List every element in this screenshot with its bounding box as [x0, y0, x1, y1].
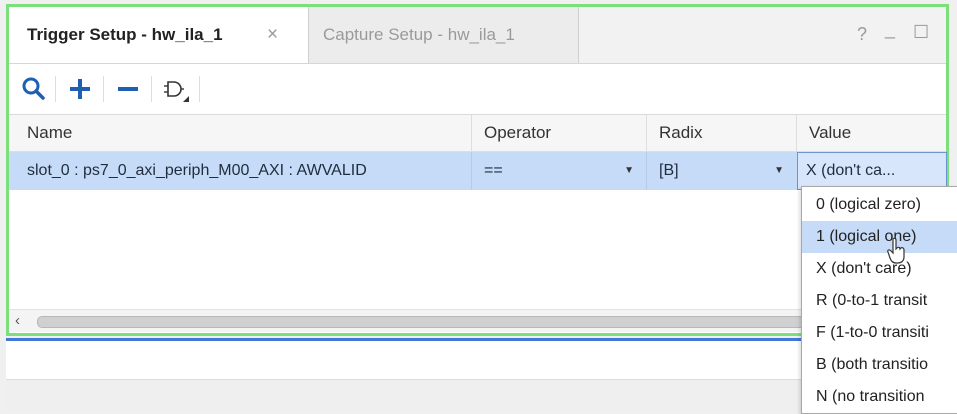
radix-value: [B] — [659, 162, 679, 179]
dropdown-option[interactable]: R (0-to-1 transit — [802, 285, 957, 317]
column-header-radix[interactable]: Radix — [646, 115, 796, 151]
column-header-operator[interactable]: Operator — [471, 115, 646, 151]
close-icon[interactable]: × — [267, 7, 278, 63]
search-icon — [22, 77, 45, 100]
column-header-value[interactable]: Value — [796, 115, 947, 151]
minimize-icon[interactable]: _ — [885, 19, 895, 40]
dropdown-arrow-icon: ▼ — [774, 165, 784, 176]
minus-icon — [118, 87, 138, 91]
remove-button[interactable] — [111, 72, 145, 106]
toolbar-divider — [151, 76, 152, 102]
dropdown-option[interactable]: B (both transitio — [802, 349, 957, 381]
value-dropdown-list: 0 (logical zero) 1 (logical one) X (don'… — [801, 186, 957, 414]
dropdown-option[interactable]: N (no transition — [802, 381, 957, 413]
search-button[interactable] — [17, 72, 51, 106]
tab-capture-setup[interactable]: Capture Setup - hw_ila_1 — [309, 7, 579, 63]
toolbar — [9, 64, 946, 115]
dropdown-option[interactable]: F (1-to-0 transiti — [802, 317, 957, 349]
probe-name-cell[interactable]: slot_0 : ps7_0_axi_periph_M00_AXI : AWVA… — [9, 152, 471, 190]
dropdown-arrow-icon: ▼ — [624, 165, 634, 176]
hand-cursor-icon — [887, 237, 905, 264]
operator-value: == — [484, 162, 503, 179]
dropdown-option[interactable]: 0 (logical zero) — [802, 189, 957, 221]
tab-capture-setup-label: Capture Setup - hw_ila_1 — [323, 25, 515, 44]
scroll-left-icon[interactable]: ‹ — [15, 312, 20, 329]
dropdown-option[interactable]: 1 (logical one) — [802, 221, 957, 253]
column-header-name[interactable]: Name — [9, 115, 471, 151]
value-select[interactable]: X (don't ca... — [797, 152, 947, 190]
table-header: Name Operator Radix Value — [9, 115, 946, 152]
add-button[interactable] — [63, 72, 97, 106]
operator-select[interactable]: == ▼ — [471, 152, 646, 190]
toolbar-divider — [55, 76, 56, 102]
plus-icon — [70, 79, 90, 99]
toolbar-divider — [103, 76, 104, 102]
tab-trigger-setup[interactable]: Trigger Setup - hw_ila_1 × — [9, 7, 309, 63]
tab-trigger-setup-label: Trigger Setup - hw_ila_1 — [27, 25, 223, 44]
help-icon[interactable]: ? — [857, 24, 867, 45]
gate-button[interactable] — [159, 72, 193, 106]
logic-gate-icon — [164, 81, 189, 102]
maximize-icon[interactable]: ☐ — [913, 22, 929, 43]
dropdown-option[interactable]: X (don't care) — [802, 253, 957, 285]
tab-bar: Trigger Setup - hw_ila_1 × Capture Setup… — [9, 7, 946, 64]
radix-select[interactable]: [B] ▼ — [646, 152, 796, 190]
toolbar-divider — [199, 76, 200, 102]
scrollbar-thumb[interactable] — [37, 316, 819, 328]
